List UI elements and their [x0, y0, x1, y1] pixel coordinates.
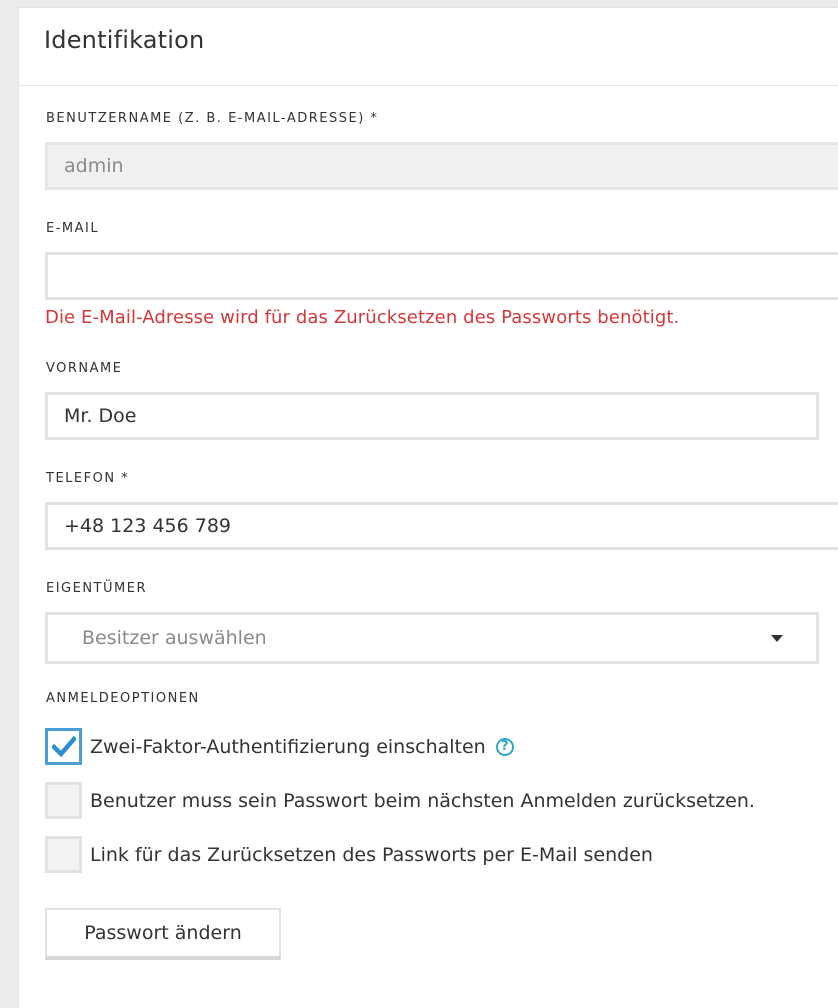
send-reset-link-checkbox[interactable] [45, 836, 82, 873]
firstname-input[interactable]: Mr. Doe [45, 392, 819, 440]
email-label: E-MAIL [46, 221, 100, 236]
question-circle-icon[interactable]: ? [495, 737, 514, 756]
section-title: Identifikation [44, 26, 205, 54]
owner-label: EIGENTÜMER [46, 581, 147, 596]
email-error-message: Die E-Mail-Adresse wird für das Zurückse… [45, 307, 680, 328]
phone-label: TELEFON * [46, 471, 130, 486]
two-factor-label: Zwei-Faktor-Authentifizierung einschalte… [90, 735, 486, 758]
option-force-password-reset[interactable]: Benutzer muss sein Passwort beim nächste… [45, 782, 755, 819]
owner-select-placeholder: Besitzer auswählen [82, 627, 267, 649]
chevron-down-icon[interactable] [771, 635, 783, 642]
email-input[interactable] [45, 252, 838, 300]
username-input[interactable]: admin [45, 142, 838, 190]
checkmark-icon [52, 736, 76, 758]
send-reset-link-label: Link für das Zurücksetzen des Passworts … [90, 843, 653, 866]
login-options-label: ANMELDEOPTIONEN [46, 691, 200, 706]
option-two-factor[interactable]: Zwei-Faktor-Authentifizierung einschalte… [45, 728, 514, 765]
firstname-label: VORNAME [46, 361, 123, 376]
change-password-button[interactable]: Passwort ändern [45, 908, 281, 960]
owner-select[interactable]: Besitzer auswählen [45, 612, 819, 664]
username-label: BENUTZERNAME (Z. B. E-MAIL-ADRESSE) * [46, 111, 379, 126]
two-factor-checkbox[interactable] [45, 728, 82, 765]
panel-header: Identifikation [19, 8, 838, 86]
force-reset-checkbox[interactable] [45, 782, 82, 819]
identification-panel: Identifikation BENUTZERNAME (Z. B. E-MAI… [18, 7, 838, 1008]
option-send-reset-link[interactable]: Link für das Zurücksetzen des Passworts … [45, 836, 653, 873]
phone-input[interactable]: +48 123 456 789 [45, 502, 838, 550]
force-reset-label: Benutzer muss sein Passwort beim nächste… [90, 789, 755, 812]
